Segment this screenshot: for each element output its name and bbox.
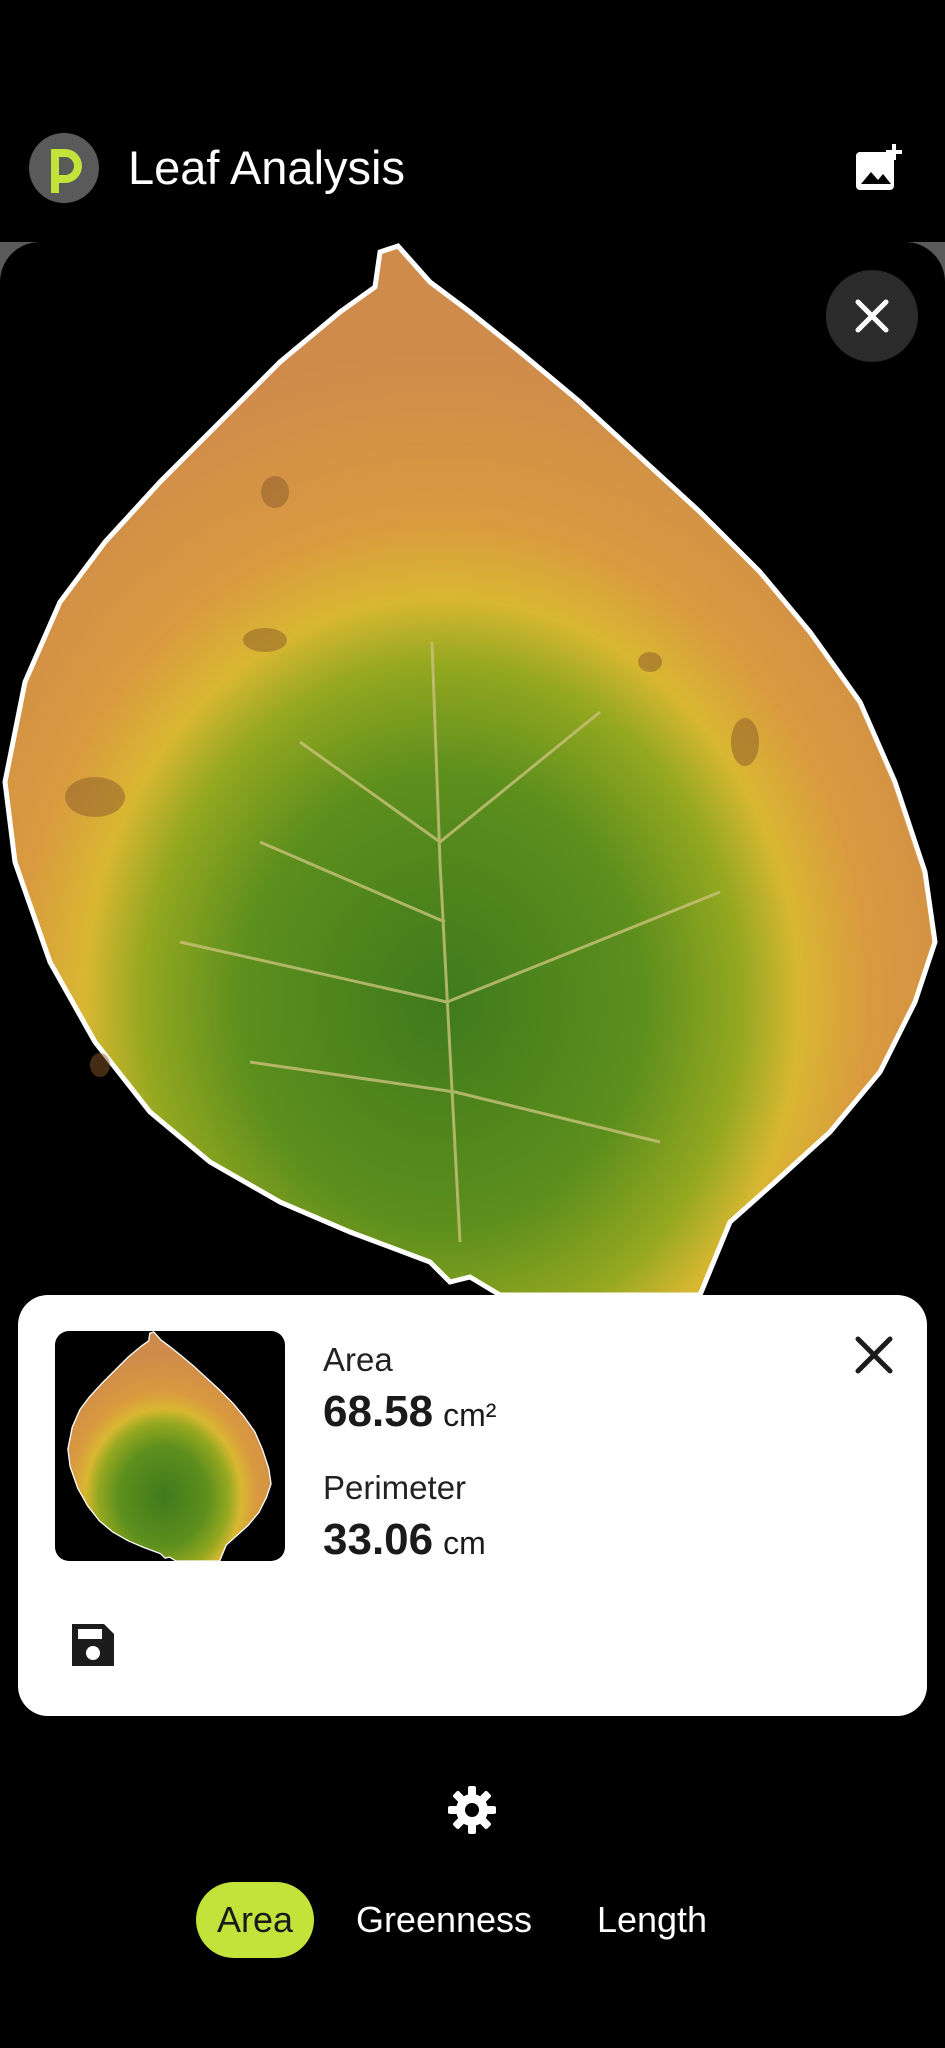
close-icon	[855, 1336, 893, 1374]
perimeter-value-row: 33.06 cm	[323, 1515, 486, 1565]
area-value-row: 68.58 cm²	[323, 1387, 496, 1437]
save-button[interactable]	[68, 1620, 118, 1670]
save-icon	[72, 1624, 114, 1666]
leaf-logo-icon	[29, 133, 99, 203]
add-photo-icon	[856, 144, 902, 190]
close-card-button[interactable]	[850, 1331, 898, 1379]
leaf-image	[2, 243, 938, 1295]
settings-button[interactable]	[446, 1784, 498, 1836]
gear-icon	[448, 1786, 496, 1834]
area-unit: cm²	[443, 1397, 497, 1433]
app-bar: Leaf Analysis	[0, 120, 945, 220]
area-value: 68.58	[323, 1387, 434, 1436]
tab-greenness[interactable]: Greenness	[340, 1882, 548, 1958]
page-title: Leaf Analysis	[128, 141, 405, 194]
close-photo-button[interactable]	[826, 270, 918, 362]
leaf-thumbnail[interactable]	[55, 1331, 285, 1561]
tab-length[interactable]: Length	[578, 1882, 726, 1958]
tab-area[interactable]: Area	[196, 1882, 314, 1958]
leaf-photo-view[interactable]	[0, 242, 945, 1295]
perimeter-value: 33.06	[323, 1515, 434, 1564]
perimeter-unit: cm	[443, 1525, 486, 1561]
close-icon	[855, 299, 889, 333]
perimeter-label: Perimeter	[323, 1469, 467, 1506]
area-label: Area	[323, 1341, 393, 1378]
result-card: Area 68.58 cm² Perimeter 33.06 cm	[18, 1295, 927, 1716]
leaf-thumbnail-image	[67, 1331, 272, 1561]
mode-tabs: Area Greenness Length	[0, 1882, 945, 1958]
add-photo-button[interactable]	[852, 142, 906, 196]
